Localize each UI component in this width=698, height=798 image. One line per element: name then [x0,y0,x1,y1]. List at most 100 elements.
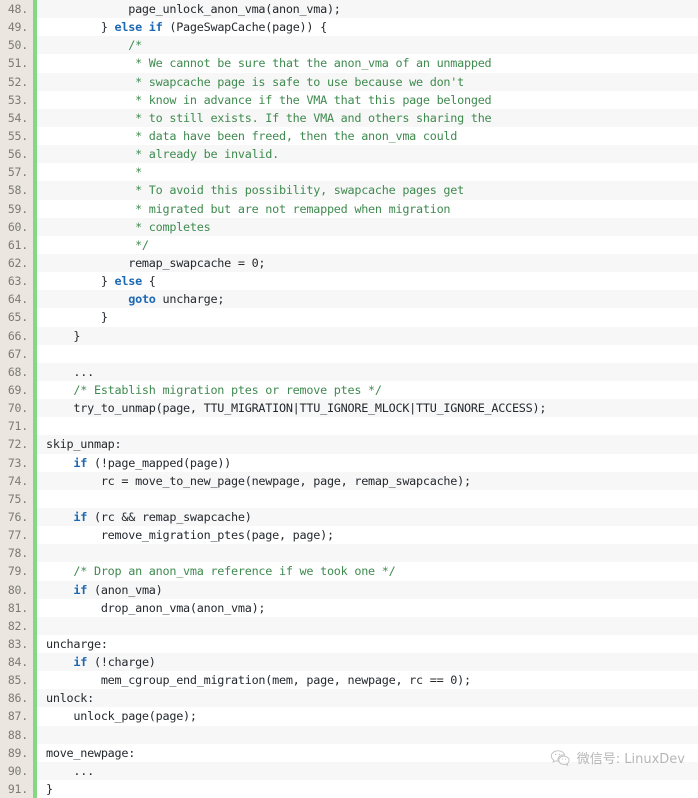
line-number: 67. [0,344,33,363]
code-line-text[interactable] [37,490,698,508]
line-number: 88. [0,725,33,744]
line-number: 57. [0,163,33,182]
code-line-text[interactable]: * to still exists. If the VMA and others… [37,109,698,127]
code-line-text[interactable]: remap_swapcache = 0; [37,254,698,272]
code-line-text[interactable]: skip_unmap: [37,435,698,453]
code-line-text[interactable]: if (rc && remap_swapcache) [37,508,698,526]
code-line: 69. /* Establish migration ptes or remov… [0,380,698,400]
line-number: 52. [0,72,33,91]
code-line: 83. uncharge: [0,634,698,654]
code-line-text[interactable]: } else { [37,272,698,290]
code-line-text[interactable]: unlock: [37,689,698,707]
code-line: 54. * to still exists. If the VMA and ot… [0,108,698,127]
code-line-text[interactable]: drop_anon_vma(anon_vma); [37,599,698,617]
code-line-text[interactable]: if (!charge) [37,653,698,671]
code-line: 89. move_newpage: [0,743,698,762]
code-line-text[interactable]: /* [37,36,698,54]
code-line: 68. ... [0,362,698,381]
line-number: 53. [0,90,33,109]
code-line-text[interactable]: unlock_page(page); [37,707,698,725]
code-line: 49. } else if (PageSwapCache(page)) { [0,18,698,37]
code-line: 50. /* [0,36,698,55]
code-line: 79. /* Drop an anon_vma reference if we … [0,562,698,581]
code-line-text[interactable]: * already be invalid. [37,145,698,163]
code-token: (!page_mapped(page)) [87,455,232,470]
code-viewer[interactable]: 48. page_unlock_anon_vma(anon_vma); 49. }… [0,0,698,798]
code-line-text[interactable]: move_newpage: [37,744,698,762]
code-line-text[interactable] [37,617,698,635]
line-number: 72. [0,435,33,454]
code-line-text[interactable]: * know in advance if the VMA that this p… [37,91,698,109]
line-number: 61. [0,235,33,254]
code-token: /* [128,38,142,53]
code-token: else if [114,20,163,35]
line-number: 64. [0,290,33,309]
line-number: 91. [0,780,33,798]
code-line-text[interactable] [37,345,698,363]
code-token: try_to_unmap(page, TTU_MIGRATION|TTU_IGN… [46,401,547,416]
code-line: 90. ... [0,761,698,781]
code-line: 91.} [0,780,698,798]
code-line-text[interactable]: * To avoid this possibility, swapcache p… [37,181,698,199]
code-line-text[interactable]: * swapcache page is safe to use because … [37,73,698,91]
code-line-text[interactable]: goto uncharge; [37,290,698,308]
code-line-text[interactable]: try_to_unmap(page, TTU_MIGRATION|TTU_IGN… [37,399,698,417]
line-number: 74. [0,471,33,490]
code-line-text[interactable]: remove_migration_ptes(page, page); [37,526,698,544]
code-token: if [73,455,88,470]
code-line-text[interactable]: } [37,780,698,798]
line-number: 54. [0,108,33,127]
line-number: 59. [0,199,33,218]
line-number: 66. [0,326,33,345]
code-token: * [46,165,142,180]
code-line-text[interactable]: /* Establish migration ptes or remove pt… [37,381,698,399]
code-token: * know in advance if the VMA that this p… [46,92,492,107]
code-token: * We cannot be sure that the anon_vma of… [46,56,492,71]
code-token: remove_migration_ptes(page, page); [46,528,334,543]
code-line-text[interactable]: * migrated but are not remapped when mig… [37,200,698,218]
code-line-text[interactable]: /* Drop an anon_vma reference if we took… [37,562,698,580]
code-token: ... [46,763,94,778]
code-token: remap_swapcache = 0; [46,255,266,270]
code-token: ... [46,364,94,379]
code-line-text[interactable]: } [37,327,698,345]
code-line-text[interactable] [37,544,698,562]
line-number: 83. [0,634,33,654]
line-number: 63. [0,272,33,291]
line-number: 62. [0,253,33,273]
code-line-text[interactable] [37,726,698,744]
code-token: move_newpage: [46,745,136,760]
code-line-text[interactable]: ... [37,762,698,780]
code-token: drop_anon_vma(anon_vma); [46,600,266,615]
code-line: 52. * swapcache page is safe to use beca… [0,72,698,91]
code-token: } [46,20,115,35]
code-line-text[interactable]: mem_cgroup_end_migration(mem, page, newp… [37,671,698,689]
code-token: uncharge: [46,636,108,651]
code-line-text[interactable]: uncharge: [37,635,698,653]
code-token: rc = move_to_new_page(newpage, page, rem… [46,473,471,488]
code-line-text[interactable]: * completes [37,218,698,236]
code-token: } [46,782,53,797]
line-number: 73. [0,453,33,472]
code-line-text[interactable] [37,417,698,435]
code-line-text[interactable]: * [37,163,698,181]
code-token: (rc && remap_swapcache) [87,509,252,524]
code-line-text[interactable]: */ [37,236,698,254]
code-line-text[interactable]: * We cannot be sure that the anon_vma of… [37,54,698,72]
code-line: 55. * data have been freed, then the ano… [0,126,698,146]
code-line-text[interactable]: rc = move_to_new_page(newpage, page, rem… [37,472,698,490]
code-line-text[interactable]: ... [37,363,698,381]
line-number: 50. [0,36,33,55]
code-line: 57. * [0,163,698,182]
code-line: 86. unlock: [0,689,698,708]
line-number: 86. [0,689,33,708]
code-line-text[interactable]: } else if (PageSwapCache(page)) { [37,18,698,36]
code-line-text[interactable]: page_unlock_anon_vma(anon_vma); [37,0,698,18]
code-line-text[interactable]: if (anon_vma) [37,581,698,599]
code-line-text[interactable]: } [37,308,698,326]
code-line: 64. goto uncharge; [0,290,698,309]
code-line-text[interactable]: * data have been freed, then the anon_vm… [37,127,698,145]
code-token: if [73,509,88,524]
code-line-text[interactable]: if (!page_mapped(page)) [37,454,698,472]
